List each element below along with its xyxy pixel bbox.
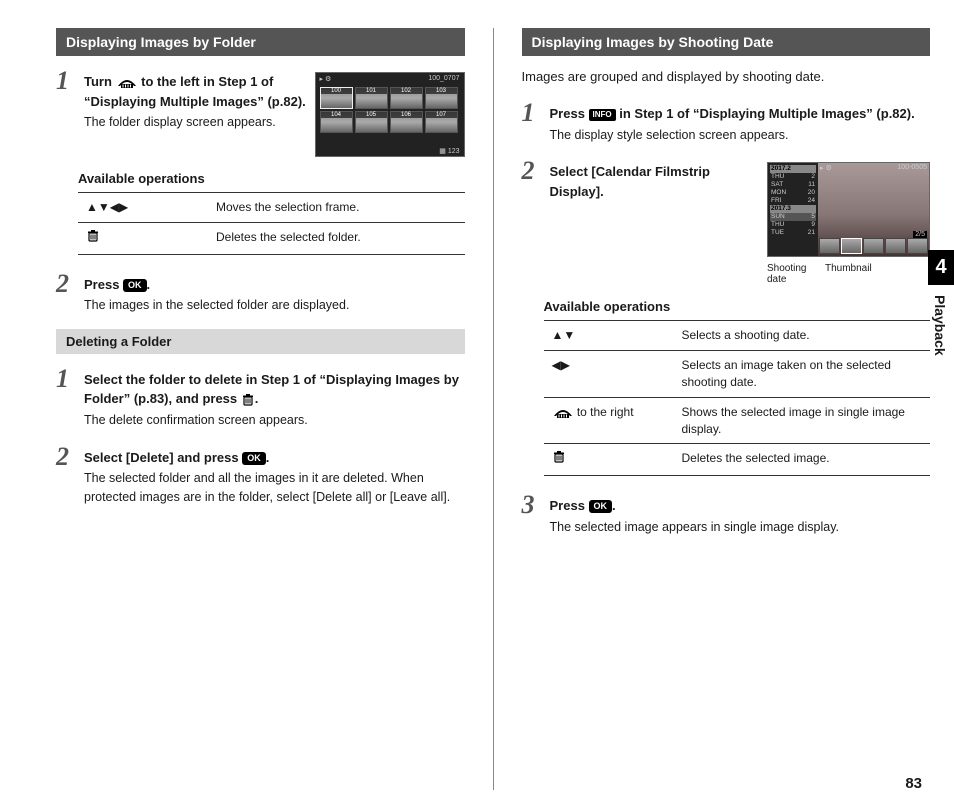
table-row: to the right Shows the selected image in… — [544, 397, 931, 444]
section-header-folder: Displaying Images by Folder — [56, 28, 465, 56]
step-2-date: 2 2017.2 THU2 SAT11 MON20 FRI24 2017.3 S… — [522, 158, 931, 285]
ok-button-icon: OK — [242, 452, 266, 465]
step-title: Select [Delete] and press OK. — [84, 448, 465, 468]
trash-icon — [86, 229, 100, 243]
step-title: Press OK. — [84, 275, 465, 295]
right-column: Displaying Images by Shooting Date Image… — [522, 28, 931, 790]
column-divider — [493, 28, 494, 790]
left-right-arrows-icon: ◀▶ — [552, 358, 570, 372]
info-button-icon: INFO — [589, 109, 616, 121]
trash-icon — [241, 393, 255, 407]
label-shooting-date: Shooting date — [767, 263, 819, 285]
table-row: Deletes the selected folder. — [78, 222, 465, 254]
del-step-2: 2 Select [Delete] and press OK. The sele… — [56, 444, 465, 507]
chapter-tab: 4 Playback — [928, 250, 954, 366]
table-row: ▲▼◀▶ Moves the selection frame. — [78, 193, 465, 223]
step-desc: The selected image appears in single ima… — [550, 518, 931, 537]
ops-table-folder: ▲▼◀▶ Moves the selection frame. Deletes … — [78, 192, 465, 255]
rear-dial-icon — [552, 407, 574, 419]
step-1-folder: 1 ▸ ⚙100_0707 100 101 102 103 104 105 10… — [56, 68, 465, 157]
calendar-filmstrip-screenshot: 2017.2 THU2 SAT11 MON20 FRI24 2017.3 SUN… — [767, 162, 930, 285]
trash-icon — [552, 450, 566, 464]
step-title: Select the folder to delete in Step 1 of… — [84, 370, 465, 409]
ops-desc: Selects an image taken on the selected s… — [674, 351, 931, 398]
sub-header-delete-folder: Deleting a Folder — [56, 329, 465, 354]
ops-table-date: ▲▼ Selects a shooting date. ◀▶ Selects a… — [544, 320, 931, 476]
section-header-date: Displaying Images by Shooting Date — [522, 28, 931, 56]
ok-button-icon: OK — [123, 279, 147, 292]
step-number: 2 — [522, 158, 542, 285]
chapter-number: 4 — [928, 250, 954, 285]
del-step-1: 1 Select the folder to delete in Step 1 … — [56, 366, 465, 430]
step-number: 2 — [56, 271, 76, 315]
ops-desc: Deletes the selected folder. — [208, 222, 465, 254]
folder-display-screenshot: ▸ ⚙100_0707 100 101 102 103 104 105 106 … — [315, 72, 465, 157]
ops-label: Available operations — [544, 299, 931, 314]
step-1-date: 1 Press INFO in Step 1 of “Displaying Mu… — [522, 100, 931, 144]
step-title: Press INFO in Step 1 of “Displaying Mult… — [550, 104, 931, 124]
ops-desc: Shows the selected image in single image… — [674, 397, 931, 444]
step-number: 3 — [522, 492, 542, 536]
step-desc: The selected folder and all the images i… — [84, 469, 465, 507]
step-desc: The delete confirmation screen appears. — [84, 411, 465, 430]
page-number: 83 — [905, 775, 922, 792]
step-desc: The display style selection screen appea… — [550, 126, 931, 145]
step-title: Press OK. — [550, 496, 931, 516]
chapter-title: Playback — [928, 285, 952, 366]
ok-button-icon: OK — [589, 500, 613, 513]
rear-dial-icon — [116, 77, 138, 89]
step-3-date: 3 Press OK. The selected image appears i… — [522, 492, 931, 536]
step-2-folder: 2 Press OK. The images in the selected f… — [56, 271, 465, 315]
step-desc: The images in the selected folder are di… — [84, 296, 465, 315]
intro-text: Images are grouped and displayed by shoo… — [522, 68, 931, 86]
arrow-keys-icon: ▲▼◀▶ — [86, 200, 128, 214]
table-row: Deletes the selected image. — [544, 444, 931, 476]
step-number: 1 — [56, 68, 76, 157]
step-number: 1 — [56, 366, 76, 430]
table-row: ▲▼ Selects a shooting date. — [544, 321, 931, 351]
left-column: Displaying Images by Folder 1 ▸ ⚙100_070… — [56, 28, 465, 790]
table-row: ◀▶ Selects an image taken on the selecte… — [544, 351, 931, 398]
page-body: Displaying Images by Folder 1 ▸ ⚙100_070… — [0, 0, 954, 810]
up-down-arrows-icon: ▲▼ — [552, 328, 576, 342]
ops-desc: Selects a shooting date. — [674, 321, 931, 351]
ops-label: Available operations — [78, 171, 465, 186]
label-thumbnail: Thumbnail — [825, 263, 872, 285]
step-number: 1 — [522, 100, 542, 144]
ops-desc: Deletes the selected image. — [674, 444, 931, 476]
step-number: 2 — [56, 444, 76, 507]
ops-desc: Moves the selection frame. — [208, 193, 465, 223]
